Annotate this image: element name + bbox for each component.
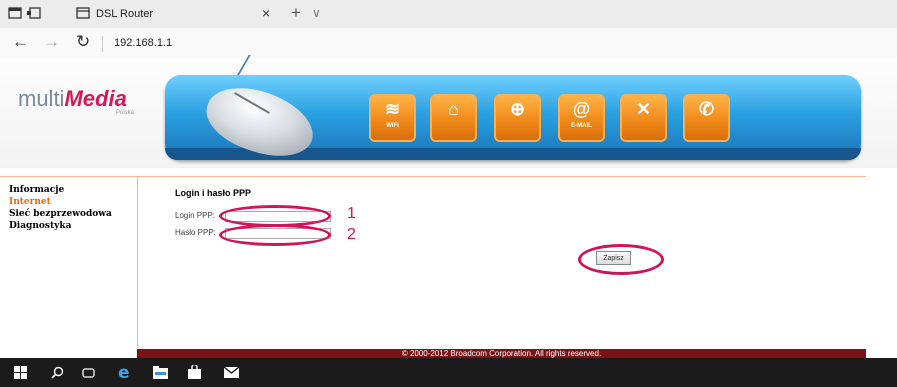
annotation-number-1: 1 bbox=[347, 205, 356, 222]
annotation-ring-save bbox=[578, 244, 664, 275]
copyright-footer: © 2000-2012 Broadcom Corporation. All ri… bbox=[137, 349, 866, 358]
windows-taskbar bbox=[0, 358, 897, 387]
page-title: Login i hasło PPP bbox=[175, 188, 252, 198]
sidebar-item-internet[interactable]: Internet bbox=[9, 197, 51, 207]
tools-icon: ✕ bbox=[635, 99, 652, 119]
wifi-button[interactable]: ≋ WiFi bbox=[371, 96, 414, 140]
content-divider bbox=[0, 176, 866, 177]
sidebar-divider bbox=[137, 176, 138, 348]
edge-browser-icon[interactable]: e bbox=[117, 363, 134, 380]
file-explorer-icon[interactable] bbox=[153, 366, 168, 379]
windows-start-icon[interactable] bbox=[14, 366, 27, 379]
login-label: Login PPP: bbox=[175, 211, 216, 220]
sidebar-item-diagnostyka[interactable]: Diagnostyka bbox=[9, 221, 71, 231]
brand-logo-sub: Polska bbox=[116, 110, 135, 116]
lock-icon: ⊕ bbox=[509, 99, 526, 119]
refresh-icon[interactable]: ↻ bbox=[76, 32, 90, 52]
email-button[interactable]: @ E-MAIL bbox=[560, 96, 603, 140]
url-separator bbox=[102, 36, 103, 52]
page-icon bbox=[76, 7, 90, 19]
email-icon: @ bbox=[572, 99, 591, 119]
tab-title: DSL Router bbox=[96, 8, 154, 20]
wifi-icon: ≋ bbox=[384, 99, 401, 119]
annotation-number-2: 2 bbox=[347, 226, 356, 243]
password-label: Hasło PPP: bbox=[175, 228, 216, 237]
tab-actions-icon[interactable] bbox=[8, 7, 22, 19]
home-icon: ⌂ bbox=[448, 99, 459, 119]
tools-button[interactable]: ✕ bbox=[622, 96, 665, 140]
forward-icon[interactable]: → bbox=[43, 32, 60, 52]
address-bar[interactable]: 192.168.1.1 bbox=[114, 37, 172, 49]
brand-logo: multiMedia bbox=[18, 86, 127, 111]
back-icon[interactable]: ← bbox=[12, 32, 29, 52]
new-tab-button[interactable]: + bbox=[291, 3, 301, 23]
security-button[interactable]: ⊕ bbox=[496, 96, 539, 140]
annotation-ring-password bbox=[219, 224, 331, 246]
sidebar-item-wireless[interactable]: Sieć bezprzewodowa bbox=[9, 209, 112, 219]
close-tab-icon[interactable]: × bbox=[262, 5, 270, 21]
search-icon[interactable] bbox=[51, 366, 64, 379]
tab-dropdown-icon[interactable]: ∨ bbox=[312, 6, 321, 20]
support-button[interactable]: ✆ bbox=[685, 96, 728, 140]
set-tabs-aside-icon[interactable] bbox=[27, 7, 41, 19]
home-button[interactable]: ⌂ bbox=[432, 96, 475, 140]
mail-icon[interactable] bbox=[224, 367, 239, 378]
phone-icon: ✆ bbox=[698, 99, 715, 119]
sidebar-item-informacje[interactable]: Informacje bbox=[9, 185, 64, 195]
store-icon[interactable] bbox=[188, 365, 201, 379]
svg-text:e: e bbox=[118, 363, 130, 380]
task-view-icon[interactable] bbox=[82, 367, 95, 379]
